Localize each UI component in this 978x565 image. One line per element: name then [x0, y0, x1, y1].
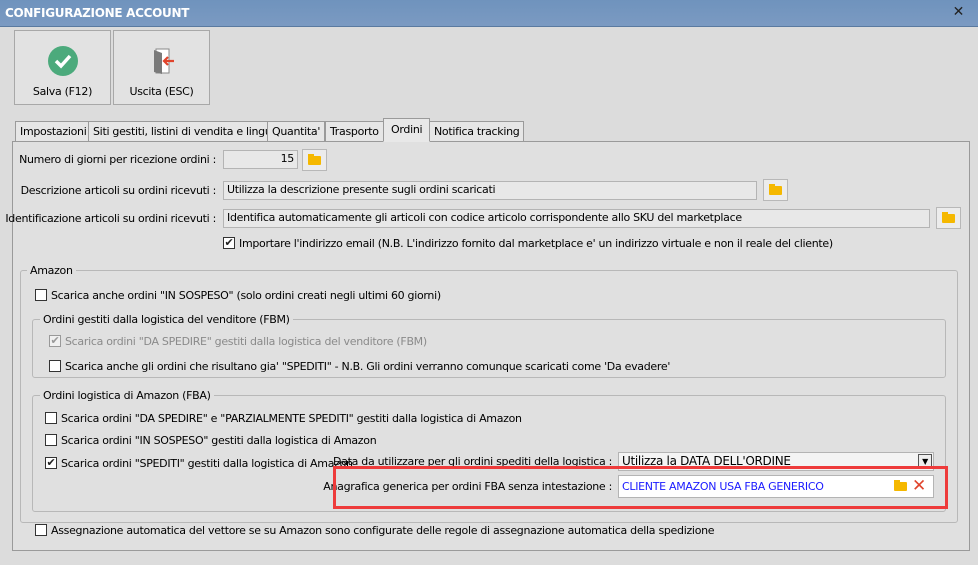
folder-icon	[769, 183, 782, 195]
fbm-spediti-row[interactable]: Scarica anche gli ordini che risultano g…	[49, 360, 670, 373]
fbm-da-spedire-checkbox: ✔	[49, 334, 61, 347]
giorni-input[interactable]: 15	[223, 150, 298, 169]
close-icon[interactable]: ✕	[953, 4, 965, 20]
fba-da-spedire-row[interactable]: Scarica ordini "DA SPEDIRE" e "PARZIALME…	[45, 412, 522, 425]
highlight-box	[333, 466, 948, 509]
identificazione-input[interactable]: Identifica automaticamente gli articoli …	[223, 209, 930, 228]
identificazione-label: Identificazione articoli su ordini ricev…	[5, 212, 216, 225]
folder-icon	[942, 211, 955, 223]
fba-da-spedire-checkbox[interactable]	[45, 412, 57, 424]
fba-spediti-row[interactable]: ✔ Scarica ordini "SPEDITI" gestiti dalla …	[45, 457, 353, 470]
tab-impostazioni[interactable]: Impostazioni	[15, 121, 92, 142]
fbm-da-spedire-row: ✔ Scarica ordini "DA SPEDIRE" gestiti dal…	[49, 335, 427, 348]
window-title: CONFIGURAZIONE ACCOUNT	[5, 6, 190, 20]
email-checkbox-row[interactable]: ✔ Importare l'indirizzo email (N.B. L'ind…	[223, 237, 833, 250]
tab-siti-gestiti[interactable]: Siti gestiti, listini di vendita e lingu…	[88, 121, 283, 142]
fba-sospeso-row[interactable]: Scarica ordini "IN SOSPESO" gestiti dall…	[45, 434, 377, 447]
tab-quantita[interactable]: Quantita'	[267, 121, 326, 142]
vettore-label: Assegnazione automatica del vettore se s…	[51, 524, 715, 537]
vettore-checkbox[interactable]	[35, 524, 47, 536]
email-checkbox[interactable]: ✔	[223, 237, 235, 249]
title-bar: CONFIGURAZIONE ACCOUNT	[0, 0, 978, 27]
fba-spediti-label: Scarica ordini "SPEDITI" gestiti dalla l…	[61, 457, 353, 470]
sospeso-checkbox-row[interactable]: Scarica anche ordini "IN SOSPESO" (solo …	[35, 289, 441, 302]
check-icon	[47, 46, 78, 76]
save-button[interactable]: Salva (F12)	[14, 30, 111, 105]
descrizione-input[interactable]: Utilizza la descrizione presente sugli o…	[223, 181, 757, 200]
exit-label: Uscita (ESC)	[129, 85, 194, 98]
fbm-group-title: Ordini gestiti dalla logistica del vendi…	[40, 313, 293, 326]
exit-door-icon	[153, 48, 174, 74]
fbm-spediti-label: Scarica anche gli ordini che risultano g…	[65, 360, 671, 373]
fba-da-spedire-label: Scarica ordini "DA SPEDIRE" e "PARZIALME…	[61, 412, 522, 425]
fba-group-title: Ordini logistica di Amazon (FBA)	[40, 389, 214, 402]
tab-ordini[interactable]: Ordini	[383, 118, 431, 142]
tab-notifica-tracking[interactable]: Notifica tracking	[429, 121, 525, 142]
fba-spediti-checkbox[interactable]: ✔	[45, 457, 57, 469]
fbm-spediti-checkbox[interactable]	[49, 360, 61, 372]
fba-sospeso-checkbox[interactable]	[45, 434, 57, 446]
descrizione-label: Descrizione articoli su ordini ricevuti …	[20, 184, 217, 197]
fba-sospeso-label: Scarica ordini "IN SOSPESO" gestiti dall…	[61, 434, 377, 447]
save-label: Salva (F12)	[32, 85, 93, 98]
giorni-browse-button[interactable]	[302, 149, 327, 171]
folder-icon	[308, 153, 321, 165]
amazon-group-title: Amazon	[27, 264, 76, 277]
tab-trasporto[interactable]: Trasporto	[325, 121, 384, 142]
giorni-label: Numero di giorni per ricezione ordini :	[19, 153, 216, 166]
descrizione-browse-button[interactable]	[763, 179, 788, 201]
exit-button[interactable]: Uscita (ESC)	[113, 30, 210, 105]
email-checkbox-label: Importare l'indirizzo email (N.B. L'indi…	[239, 237, 833, 250]
sospeso-label: Scarica anche ordini "IN SOSPESO" (solo …	[51, 289, 441, 302]
identificazione-browse-button[interactable]	[936, 207, 961, 229]
sospeso-checkbox[interactable]	[35, 289, 47, 301]
fbm-da-spedire-label: Scarica ordini "DA SPEDIRE" gestiti dall…	[65, 335, 427, 348]
vettore-checkbox-row[interactable]: Assegnazione automatica del vettore se s…	[35, 524, 715, 537]
